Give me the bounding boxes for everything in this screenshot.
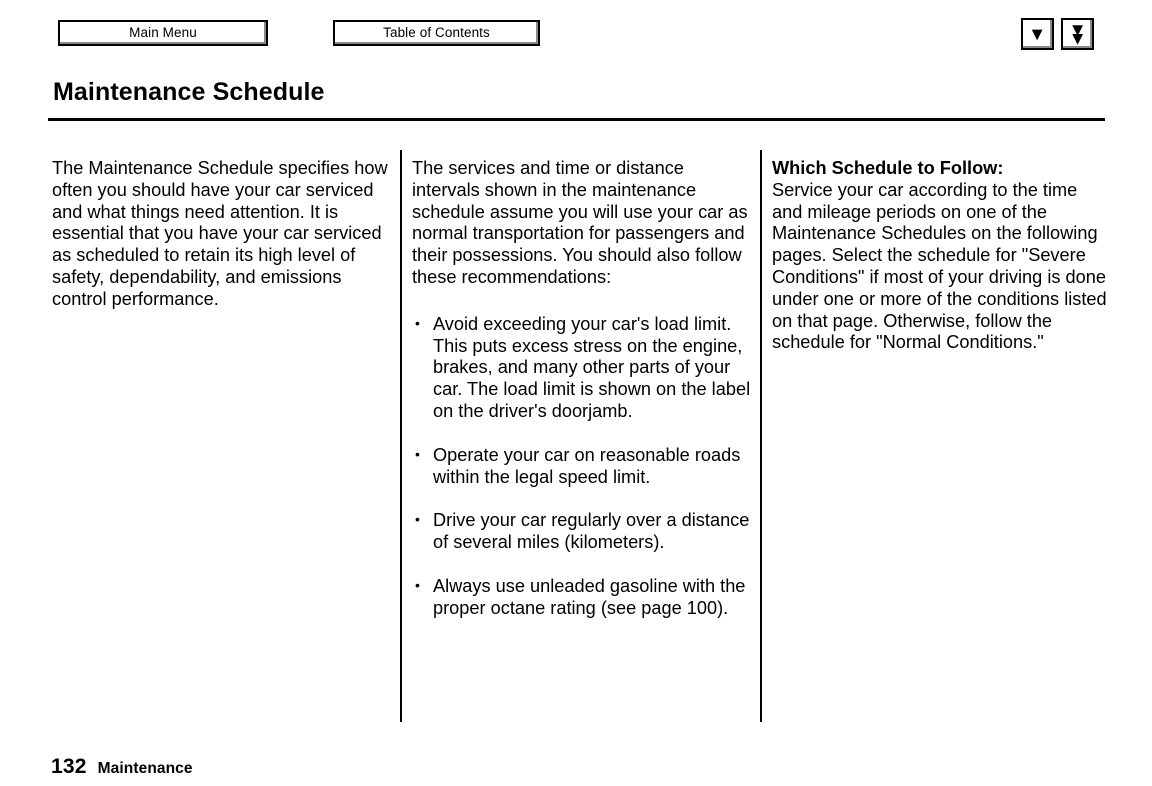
list-item: Drive your car regularly over a distance… [412, 509, 752, 554]
content-column-1: The Maintenance Schedule specifies how o… [52, 158, 390, 311]
page-title: Maintenance Schedule [53, 78, 325, 106]
next-page-button[interactable]: ▶▶ [1061, 18, 1094, 50]
list-item: Operate your car on reasonable roads wit… [412, 444, 752, 489]
main-menu-button[interactable]: Main Menu [58, 20, 268, 46]
footer-page-number: 132 [51, 755, 87, 778]
list-item: Always use unleaded gasoline with the pr… [412, 575, 752, 620]
top-navigation-bar: Main Menu Table of Contents ▶ ▶▶ [0, 0, 1152, 62]
column-2-paragraph: The services and time or distance interv… [412, 158, 748, 287]
column-3-paragraph: Service your car according to the time a… [772, 179, 1107, 353]
page-footer: 132 Maintenance [51, 755, 193, 779]
single-triangle-icon: ▶ [1029, 29, 1046, 39]
footer-section-label: Maintenance [97, 760, 193, 777]
column-divider-right [760, 150, 762, 722]
recommendations-list: Avoid exceeding your car's load limit. T… [412, 313, 752, 620]
table-of-contents-button[interactable]: Table of Contents [333, 20, 540, 46]
content-column-2: The services and time or distance interv… [412, 158, 752, 620]
list-item: Avoid exceeding your car's load limit. T… [412, 313, 752, 423]
which-schedule-heading: Which Schedule to Follow: [772, 158, 1004, 178]
title-divider-rule [48, 118, 1105, 121]
content-column-3: Which Schedule to Follow: Service your ca… [772, 158, 1107, 354]
previous-page-button[interactable]: ▶ [1021, 18, 1054, 50]
column-1-paragraph: The Maintenance Schedule specifies how o… [52, 158, 388, 309]
column-3-block: Which Schedule to Follow: Service your ca… [772, 158, 1107, 354]
double-triangle-icon: ▶▶ [1069, 25, 1086, 43]
column-divider-left [400, 150, 402, 722]
